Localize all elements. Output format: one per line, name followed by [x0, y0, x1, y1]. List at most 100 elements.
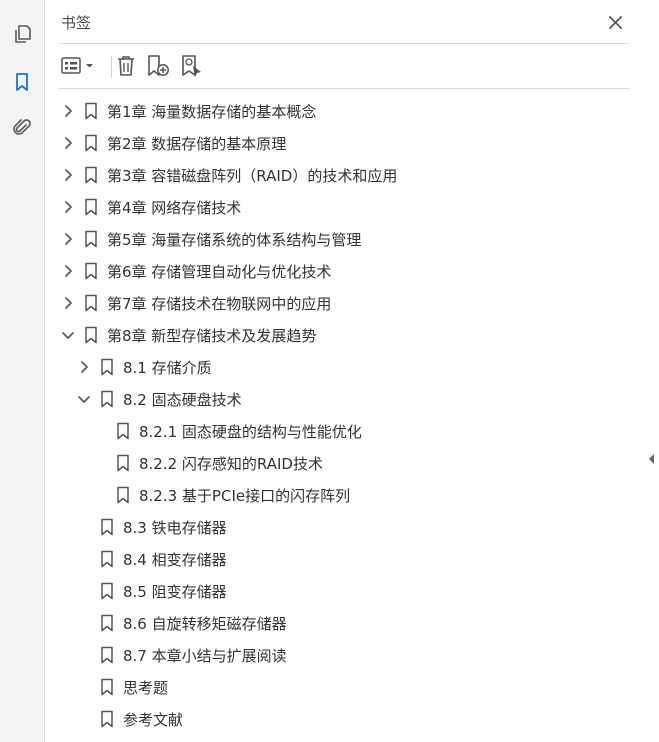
list-options-icon	[61, 57, 93, 74]
navigation-rail	[0, 0, 45, 742]
bookmark-row[interactable]: 8.3 铁电存储器	[77, 511, 637, 543]
bookmark-icon	[99, 614, 115, 632]
bookmark-row[interactable]: 8.2.1 固态硬盘的结构与性能优化	[93, 415, 653, 447]
toolbar-divider	[111, 56, 112, 78]
bookmark-label: 8.1 存储介质	[123, 358, 212, 377]
bookmark-from-structure-icon	[182, 55, 201, 77]
trash-icon	[118, 56, 134, 76]
chevron-down-icon[interactable]	[77, 392, 91, 406]
options-menu-button[interactable]	[59, 52, 97, 80]
bookmark-toolbar	[59, 50, 629, 84]
bookmark-icon	[99, 358, 115, 376]
bookmark-icon	[115, 422, 131, 440]
bookmark-label: 第1章 海量数据存储的基本概念	[107, 102, 317, 121]
bookmark-row[interactable]: 8.4 相变存储器	[77, 543, 637, 575]
panel-title: 书签	[61, 14, 92, 32]
bookmark-icon	[99, 678, 115, 696]
chevron-right-icon[interactable]	[61, 296, 75, 310]
bookmark-icon	[83, 230, 99, 248]
pages-panel-button[interactable]	[8, 22, 36, 50]
collapse-panel-arrow-icon[interactable]	[647, 452, 657, 466]
bookmark-row[interactable]: 8.6 自旋转移矩磁存储器	[77, 607, 637, 639]
bookmark-label: 思考题	[123, 678, 169, 697]
chevron-down-icon[interactable]	[61, 328, 75, 342]
pages-icon	[11, 23, 33, 49]
bookmark-row[interactable]: 8.2.3 基于PCIe接口的闪存阵列	[93, 479, 653, 511]
close-icon	[608, 15, 622, 29]
chevron-right-icon[interactable]	[61, 168, 75, 182]
bookmark-row[interactable]: 8.1 存储介质	[77, 351, 637, 383]
attachments-panel-button[interactable]	[8, 116, 36, 144]
bookmarks-panel-button[interactable]	[8, 70, 36, 98]
bookmark-icon	[83, 262, 99, 280]
bookmark-label: 参考文献	[123, 710, 184, 729]
bookmark-label: 第7章 存储技术在物联网中的应用	[107, 294, 332, 313]
new-bookmark-button[interactable]	[145, 52, 171, 80]
chevron-right-icon[interactable]	[77, 360, 91, 374]
bookmark-label: 8.6 自旋转移矩磁存储器	[123, 614, 287, 633]
header-divider	[59, 43, 629, 44]
bookmark-label: 8.2 固态硬盘技术	[123, 390, 242, 409]
bookmark-icon	[115, 454, 131, 472]
bookmark-row[interactable]: 第3章 容错磁盘阵列（RAID）的技术和应用	[61, 159, 621, 191]
bookmark-row[interactable]: 第4章 网络存储技术	[61, 191, 621, 223]
bookmark-row[interactable]: 8.5 阻变存储器	[77, 575, 637, 607]
bookmark-row[interactable]: 思考题	[77, 671, 637, 703]
add-bookmark-icon	[148, 55, 169, 76]
bookmark-label: 8.5 阻变存储器	[123, 582, 227, 601]
panel-header: 书签	[45, 0, 645, 44]
bookmark-label: 8.2.3 基于PCIe接口的闪存阵列	[139, 486, 351, 505]
close-panel-button[interactable]	[603, 10, 627, 34]
bookmark-icon	[99, 646, 115, 664]
bookmark-icon	[83, 134, 99, 152]
bookmark-icon	[99, 518, 115, 536]
bookmark-icon	[83, 294, 99, 312]
bookmark-row[interactable]: 参考文献	[77, 703, 637, 735]
bookmark-icon	[99, 582, 115, 600]
bookmark-label: 第8章 新型存储技术及发展趋势	[107, 326, 317, 345]
bookmarks-panel: 书签 第1章 海量数据存储的基本概念 第2章 数据存储的基本原理 第3章 容错磁…	[45, 0, 645, 742]
bookmark-label: 第5章 海量存储系统的体系结构与管理	[107, 230, 362, 249]
bookmark-label: 8.2.2 闪存感知的RAID技术	[139, 454, 323, 473]
bookmark-label: 8.7 本章小结与扩展阅读	[123, 646, 287, 665]
bookmark-row[interactable]: 8.2 固态硬盘技术	[77, 383, 637, 415]
delete-bookmark-button[interactable]	[113, 52, 139, 80]
new-bookmark-from-structure-button[interactable]	[179, 52, 205, 80]
bookmark-icon	[99, 390, 115, 408]
bookmark-label: 第4章 网络存储技术	[107, 198, 242, 217]
chevron-right-icon[interactable]	[61, 264, 75, 278]
bookmark-icon	[83, 102, 99, 120]
attachment-icon	[11, 117, 33, 143]
chevron-right-icon[interactable]	[61, 232, 75, 246]
bookmark-icon	[11, 71, 33, 97]
bookmark-row[interactable]: 第6章 存储管理自动化与优化技术	[61, 255, 621, 287]
bookmark-label: 第3章 容错磁盘阵列（RAID）的技术和应用	[107, 166, 398, 185]
bookmark-label: 第2章 数据存储的基本原理	[107, 134, 287, 153]
chevron-right-icon[interactable]	[61, 136, 75, 150]
bookmark-label: 8.2.1 固态硬盘的结构与性能优化	[139, 422, 362, 441]
chevron-right-icon[interactable]	[61, 104, 75, 118]
bookmark-row[interactable]: 8.7 本章小结与扩展阅读	[77, 639, 637, 671]
bookmark-label: 8.4 相变存储器	[123, 550, 227, 569]
bookmark-row[interactable]: 第1章 海量数据存储的基本概念	[61, 95, 621, 127]
bookmark-row[interactable]: 第8章 新型存储技术及发展趋势	[61, 319, 621, 351]
bookmark-icon	[99, 710, 115, 728]
chevron-right-icon[interactable]	[61, 200, 75, 214]
bookmark-row[interactable]: 8.2.2 闪存感知的RAID技术	[93, 447, 653, 479]
bookmark-icon	[83, 198, 99, 216]
bookmark-row[interactable]: 第2章 数据存储的基本原理	[61, 127, 621, 159]
bookmark-label: 第6章 存储管理自动化与优化技术	[107, 262, 332, 281]
bookmark-row[interactable]: 第7章 存储技术在物联网中的应用	[61, 287, 621, 319]
bookmark-label: 8.3 铁电存储器	[123, 518, 227, 537]
bookmark-row[interactable]: 第5章 海量存储系统的体系结构与管理	[61, 223, 621, 255]
